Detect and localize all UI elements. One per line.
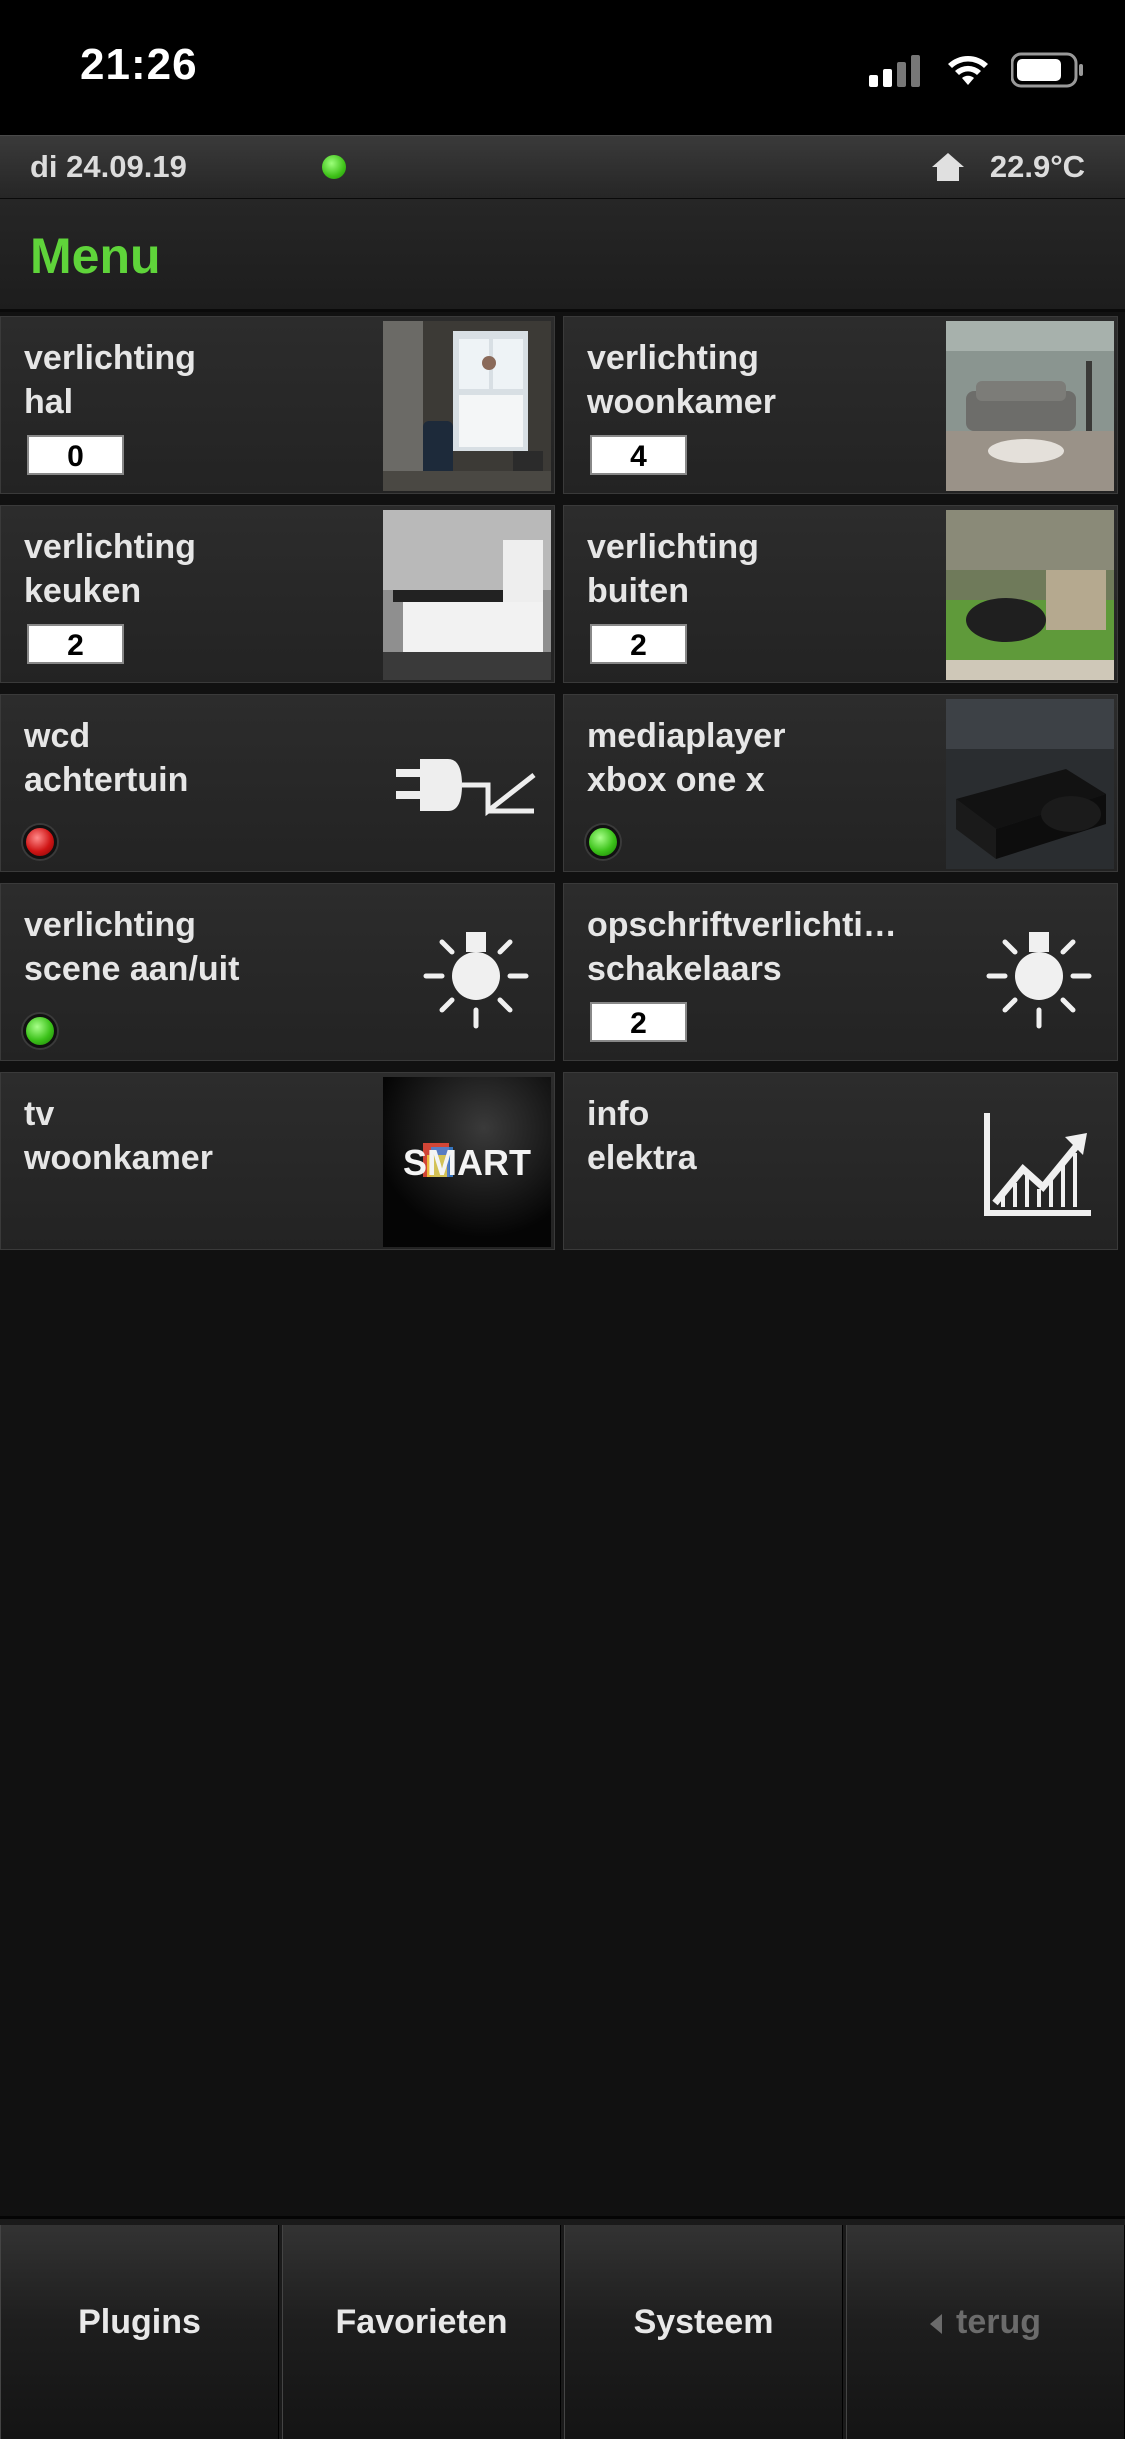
tile-title: verlichting [587,339,759,377]
bulb-icon [986,932,1092,1029]
livingroom-photo [946,321,1114,491]
tile-verlichting-keuken[interactable]: verlichting keuken 2 [0,505,555,683]
chart-up-icon [984,1113,1091,1216]
back-arrow-icon [930,2314,942,2335]
battery-icon [1011,52,1083,88]
tile-tv-woonkamer[interactable]: tv woonkamer SMART [0,1072,555,1250]
plug-icon [396,759,536,817]
page-title: Menu [30,228,161,284]
tile-title: verlichting [587,528,759,566]
info-bar: di 24.09.19 22.9°C [0,135,1125,200]
count-badge: 2 [590,1002,687,1042]
bulb-icon [423,932,529,1029]
status-led-off [23,825,57,859]
tile-mediaplayer-xbox[interactable]: mediaplayer xbox one x [563,694,1118,872]
tile-subtitle: woonkamer [587,383,776,421]
tile-title: verlichting [24,906,196,944]
signal-icon [869,55,920,87]
kitchen-photo [383,510,551,680]
connection-status-indicator [322,155,346,179]
count-badge: 0 [27,435,124,475]
tab-label: terug [956,2303,1041,2341]
hallway-photo [383,321,551,491]
tile-title: info [587,1095,650,1133]
tile-title: verlichting [24,339,196,377]
tile-title: verlichting [24,528,196,566]
tab-systeem[interactable]: Systeem [564,2225,843,2439]
tile-title: wcd [24,717,91,755]
date-label: di 24.09.19 [30,149,187,184]
tile-subtitle: schakelaars [587,950,782,988]
tab-label: Favorieten [335,2303,508,2341]
temperature-label: 22.9°C [989,149,1085,184]
tile-subtitle: achtertuin [24,761,189,799]
tile-subtitle: hal [24,383,74,421]
tile-info-elektra[interactable]: info elektra [563,1072,1118,1250]
tile-title: mediaplayer [587,717,786,755]
bottom-tab-bar: Plugins Favorieten Systeem terug [0,2216,1125,2439]
home-icon [932,153,964,181]
clock: 21:26 [80,40,198,89]
tab-plugins[interactable]: Plugins [0,2225,279,2439]
tab-label: Systeem [633,2303,774,2341]
count-badge: 2 [590,624,687,664]
tile-opschriftverlichting[interactable]: opschriftverlichti… schakelaars 2 [563,883,1118,1061]
tile-verlichting-buiten[interactable]: verlichting buiten 2 [563,505,1118,683]
status-led-on [586,825,620,859]
status-led-on [23,1014,57,1048]
xbox-photo [946,699,1114,869]
wifi-icon [948,56,988,85]
status-bar: 21:26 [0,0,1125,135]
tile-subtitle: woonkamer [24,1139,213,1177]
tile-verlichting-woonkamer[interactable]: verlichting woonkamer 4 [563,316,1118,494]
garden-photo [946,510,1114,680]
smart-logo-text: SMART [403,1142,531,1183]
tile-subtitle: scene aan/uit [24,950,240,988]
tile-subtitle: buiten [587,572,689,610]
page-header: Menu [0,199,1125,312]
count-badge: 2 [27,624,124,664]
tab-label: Plugins [78,2303,201,2341]
status-icons [869,50,1085,90]
count-badge: 4 [590,435,687,475]
tile-verlichting-scene[interactable]: verlichting scene aan/uit [0,883,555,1061]
tile-subtitle: elektra [587,1139,697,1177]
tile-subtitle: xbox one x [587,761,765,799]
tile-wcd-achtertuin[interactable]: wcd achtertuin [0,694,555,872]
smart-tv-logo: SMART [383,1077,551,1247]
tile-title: tv [24,1095,55,1133]
tile-verlichting-hal[interactable]: verlichting hal 0 [0,316,555,494]
tile-subtitle: keuken [24,572,142,610]
tab-favorieten[interactable]: Favorieten [282,2225,561,2439]
tile-title: opschriftverlichti… [587,906,897,944]
tab-terug[interactable]: terug [846,2225,1125,2439]
